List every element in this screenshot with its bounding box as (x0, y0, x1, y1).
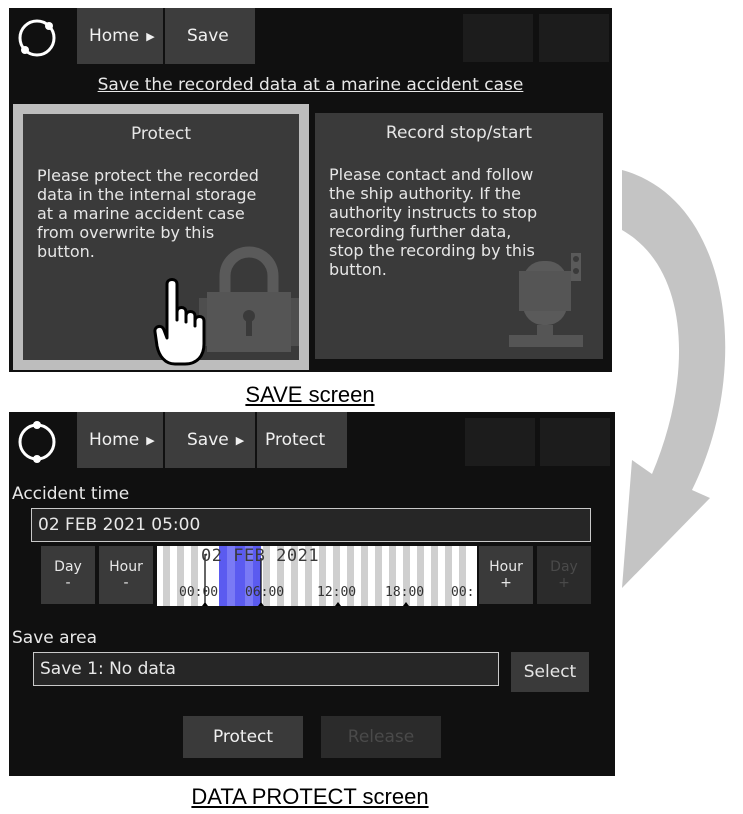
record-button-text: Please contact and follow the ship autho… (329, 165, 538, 279)
timeline-tick-label: 18:00 (385, 585, 425, 600)
chevron-right-icon: ▶ (146, 29, 155, 43)
record-stop-start-button[interactable]: Record stop/start Please contact and fol… (315, 113, 603, 359)
top-bar: Home ▶ Save ▶ Protect (9, 412, 615, 468)
timeline-tick-label: 00: (451, 585, 475, 600)
save-screen: Home ▶ Save Save the recorded data at a … (9, 8, 612, 372)
accident-time-field[interactable]: 02 FEB 2021 05:00 (31, 508, 591, 542)
record-button-title: Record stop/start (385, 123, 533, 143)
logo-ring-icon[interactable] (15, 16, 59, 60)
protect-breadcrumb[interactable]: Protect (257, 412, 347, 468)
top-right-button-1[interactable] (463, 14, 533, 62)
save-breadcrumb[interactable]: Save ▶ (165, 412, 255, 468)
timeline-tick-label: 06:00 (245, 585, 285, 600)
select-button[interactable]: Select (511, 652, 589, 692)
day-minus-button[interactable]: Day - (41, 546, 95, 604)
timeline[interactable]: 02 FEB 2021 00:00 06:00 12:00 18:00 00: (157, 546, 477, 606)
top-right-button-2[interactable] (540, 418, 610, 466)
top-bar: Home ▶ Save (9, 8, 612, 64)
timeline-tick-label: 00:00 (179, 585, 219, 600)
protect-button-title: Protect (130, 124, 192, 144)
save-area-label: Save area (12, 628, 98, 648)
save-screen-caption: SAVE screen (245, 382, 375, 407)
protect-button[interactable]: Protect Please protect the recorded data… (13, 104, 309, 370)
hour-minus-button[interactable]: Hour - (99, 546, 153, 604)
release-button[interactable]: Release (321, 716, 441, 758)
save-area-field[interactable]: Save 1: No data (33, 652, 499, 686)
timeline-date-label: 02 FEB 2021 (201, 546, 320, 566)
day-plus-button[interactable]: Day + (537, 546, 591, 604)
protect-button-text: Please protect the recorded data in the … (37, 166, 259, 261)
protect-action-button[interactable]: Protect (183, 716, 303, 758)
data-protect-screen: Home ▶ Save ▶ Protect Accident time 02 F… (9, 412, 615, 776)
hour-plus-button[interactable]: Hour + (479, 546, 533, 604)
hand-pointer-icon (153, 278, 206, 366)
chevron-right-icon: ▶ (146, 433, 155, 447)
top-right-button-1[interactable] (465, 418, 535, 466)
timeline-tick-label: 12:00 (317, 585, 357, 600)
save-instruction: Save the recorded data at a marine accid… (97, 75, 524, 95)
logo-ring-icon[interactable] (15, 420, 59, 464)
save-breadcrumb[interactable]: Save (165, 8, 255, 64)
accident-time-label: Accident time (12, 484, 130, 504)
home-breadcrumb[interactable]: Home ▶ (77, 8, 163, 64)
chevron-right-icon: ▶ (235, 433, 245, 447)
top-right-button-2[interactable] (539, 14, 609, 62)
home-breadcrumb[interactable]: Home ▶ (77, 412, 163, 468)
data-protect-screen-caption: DATA PROTECT screen (191, 784, 429, 809)
